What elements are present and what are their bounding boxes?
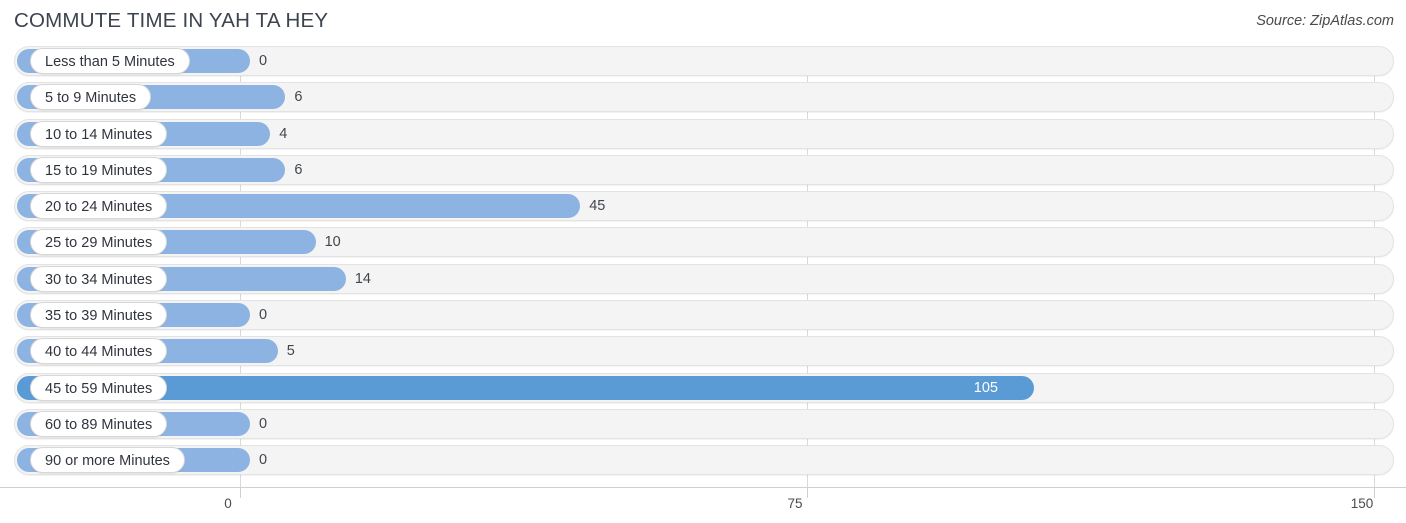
bar-value-label: 5 <box>286 343 295 360</box>
page-title: COMMUTE TIME IN YAH TA HEY <box>14 9 329 32</box>
category-label: 10 to 14 Minutes <box>30 120 168 147</box>
x-axis: 0 75 150 <box>0 487 1406 523</box>
category-label: 30 to 34 Minutes <box>30 265 168 292</box>
axis-tick-label: 0 <box>224 496 232 511</box>
bar-row[interactable]: 25 to 29 Minutes 10 <box>0 227 1406 258</box>
bar-row[interactable]: 40 to 44 Minutes 5 <box>0 336 1406 367</box>
axis-tick-mark <box>807 487 808 498</box>
bar-row[interactable]: 35 to 39 Minutes 0 <box>0 300 1406 331</box>
category-label: Less than 5 Minutes <box>30 48 190 74</box>
bar-value-label: 45 <box>589 198 606 215</box>
category-label: 35 to 39 Minutes <box>30 302 168 329</box>
category-label: 40 to 44 Minutes <box>30 338 168 365</box>
bar-row[interactable]: 5 to 9 Minutes 6 <box>0 82 1406 113</box>
axis-tick-mark <box>1374 487 1375 498</box>
bar-value-label: 0 <box>259 307 268 324</box>
axis-line <box>0 487 1406 488</box>
category-label: 5 to 9 Minutes <box>30 84 152 111</box>
bar-value-label: 10 <box>324 234 341 251</box>
category-label: 45 to 59 Minutes <box>30 374 168 401</box>
bar-row[interactable]: 15 to 19 Minutes 6 <box>0 154 1406 185</box>
bar-value-label: 14 <box>354 270 371 287</box>
chart-header: COMMUTE TIME IN YAH TA HEY Source: ZipAt… <box>0 0 1406 46</box>
bar-row[interactable]: 45 to 59 Minutes 105 <box>0 372 1406 403</box>
bar-row[interactable]: 20 to 24 Minutes 45 <box>0 191 1406 222</box>
axis-tick-mark <box>240 487 241 498</box>
bar-row[interactable]: 10 to 14 Minutes 4 <box>0 118 1406 149</box>
bar-value-label: 0 <box>259 53 268 69</box>
category-label: 25 to 29 Minutes <box>30 229 168 256</box>
bar-row[interactable]: 90 or more Minutes 0 <box>0 445 1406 476</box>
category-label: 20 to 24 Minutes <box>30 193 168 220</box>
category-label: 60 to 89 Minutes <box>30 410 168 437</box>
bar-rows: Less than 5 Minutes 0 5 to 9 Minutes 6 10 to… <box>0 46 1406 482</box>
bar-value-label: 4 <box>279 125 288 142</box>
bar-value-label: 0 <box>259 452 268 469</box>
category-label: 90 or more Minutes <box>30 447 185 474</box>
source-attribution: Source: ZipAtlas.com <box>1256 13 1394 29</box>
axis-tick-label: 150 <box>1350 496 1374 511</box>
bar-row[interactable]: Less than 5 Minutes 0 <box>0 46 1406 76</box>
bar-value-label: 6 <box>294 161 303 178</box>
bar-row[interactable]: 60 to 89 Minutes 0 <box>0 408 1406 439</box>
bar-row[interactable]: 30 to 34 Minutes 14 <box>0 263 1406 294</box>
bar[interactable] <box>17 375 1034 400</box>
category-label: 15 to 19 Minutes <box>30 156 168 183</box>
bar-value-label: 0 <box>259 415 268 432</box>
bar-value-label: 6 <box>294 89 303 106</box>
bar-value-label: 105 <box>973 379 998 396</box>
chart-plot-area: Less than 5 Minutes 0 5 to 9 Minutes 6 10 to… <box>0 46 1406 487</box>
axis-tick-label: 75 <box>787 496 803 511</box>
